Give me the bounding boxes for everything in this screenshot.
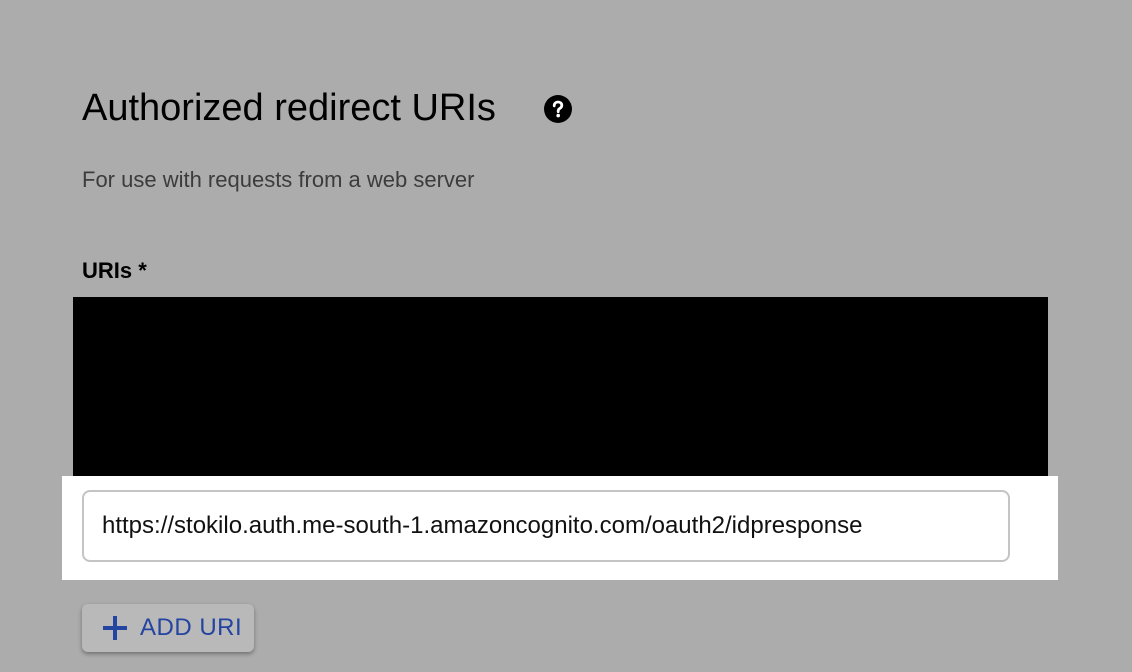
redacted-uri-entries bbox=[73, 297, 1048, 478]
add-uri-button[interactable]: ADD URI bbox=[82, 604, 254, 652]
add-uri-label: ADD URI bbox=[140, 614, 243, 641]
section-subtitle: For use with requests from a web server bbox=[82, 167, 475, 192]
section-title: Authorized redirect URIs bbox=[82, 87, 496, 129]
help-icon[interactable] bbox=[544, 95, 572, 123]
question-mark-icon bbox=[552, 100, 564, 118]
uri-input[interactable] bbox=[82, 490, 1010, 562]
plus-icon bbox=[102, 615, 128, 641]
uris-label: URIs * bbox=[82, 258, 147, 283]
